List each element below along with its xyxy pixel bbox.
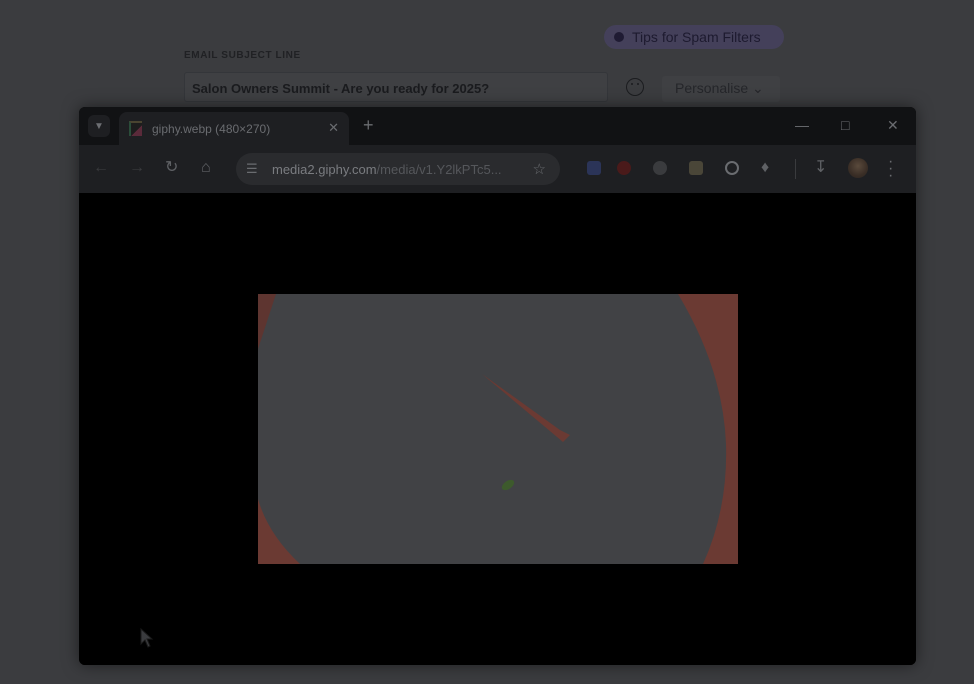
mouse-cursor-icon bbox=[140, 628, 154, 648]
gif-leaf-shape bbox=[501, 479, 515, 491]
star-icon[interactable]: ☆ bbox=[533, 160, 546, 178]
url-host: media2.giphy.com bbox=[272, 162, 377, 177]
site-info-icon[interactable]: ☰ bbox=[246, 161, 258, 177]
browser-tab[interactable]: giphy.webp (480×270) ✕ bbox=[119, 112, 349, 145]
home-icon[interactable]: ⌂ bbox=[201, 160, 211, 176]
browser-toolbar: ← → ↻ ⌂ ☰ media2.giphy.com/media/v1.Y2lk… bbox=[79, 145, 916, 193]
avatar[interactable] bbox=[848, 158, 868, 178]
subject-line-input[interactable]: Salon Owners Summit - Are you ready for … bbox=[184, 72, 608, 102]
back-arrow-icon[interactable]: ← bbox=[93, 160, 109, 176]
close-window-icon[interactable]: ✕ bbox=[887, 117, 899, 134]
giphy-image-drawing bbox=[258, 294, 738, 564]
chevron-down-icon[interactable]: ▼ bbox=[88, 115, 110, 137]
spam-tips-label: Tips for Spam Filters bbox=[632, 29, 761, 45]
tab-title: giphy.webp (480×270) bbox=[152, 121, 271, 136]
forward-arrow-icon[interactable]: → bbox=[129, 160, 145, 176]
info-icon bbox=[614, 32, 624, 42]
giphy-favicon-icon bbox=[129, 121, 142, 136]
image-viewer bbox=[79, 193, 916, 665]
address-url: media2.giphy.com/media/v1.Y2lkPTc5... bbox=[272, 162, 502, 177]
camera-icon[interactable] bbox=[689, 161, 703, 175]
gif-edge-right bbox=[678, 294, 738, 564]
extension-shield-icon[interactable] bbox=[653, 161, 667, 175]
extension-1-icon[interactable] bbox=[587, 161, 601, 175]
gif-edge-top-left bbox=[258, 294, 276, 349]
giphy-image bbox=[258, 294, 738, 564]
gif-edge-bottom-left bbox=[258, 499, 300, 564]
toolbar-divider bbox=[795, 159, 796, 179]
spam-tips-button[interactable]: Tips for Spam Filters bbox=[604, 25, 784, 49]
personalise-label: Personalise ⌄ bbox=[675, 80, 764, 96]
gif-carrot-shape bbox=[482, 374, 570, 442]
url-path: /media/v1.Y2lkPTc5... bbox=[376, 162, 502, 177]
puzzle-icon[interactable]: ♦ bbox=[761, 160, 769, 176]
download-icon[interactable]: ↧ bbox=[814, 160, 827, 176]
address-bar[interactable]: ☰ media2.giphy.com/media/v1.Y2lkPTc5... … bbox=[236, 153, 560, 185]
tab-bar: ▼ giphy.webp (480×270) ✕ + — □ ✕ bbox=[79, 107, 916, 145]
reload-icon[interactable]: ↻ bbox=[165, 160, 178, 176]
password-manager-icon[interactable] bbox=[725, 161, 739, 175]
minimize-icon[interactable]: — bbox=[795, 117, 809, 133]
close-icon[interactable]: ✕ bbox=[328, 120, 339, 136]
emoji-icon[interactable] bbox=[626, 78, 644, 96]
maximize-icon[interactable]: □ bbox=[841, 117, 849, 133]
browser-window: ▼ giphy.webp (480×270) ✕ + — □ ✕ ← → ↻ ⌂… bbox=[79, 107, 916, 665]
personalise-dropdown[interactable]: Personalise ⌄ bbox=[662, 76, 780, 102]
ublock-icon[interactable] bbox=[617, 161, 631, 175]
kebab-menu-icon[interactable]: · · · bbox=[888, 154, 893, 184]
subject-line-label: EMAIL SUBJECT LINE bbox=[184, 50, 301, 61]
plus-icon[interactable]: + bbox=[363, 116, 374, 134]
